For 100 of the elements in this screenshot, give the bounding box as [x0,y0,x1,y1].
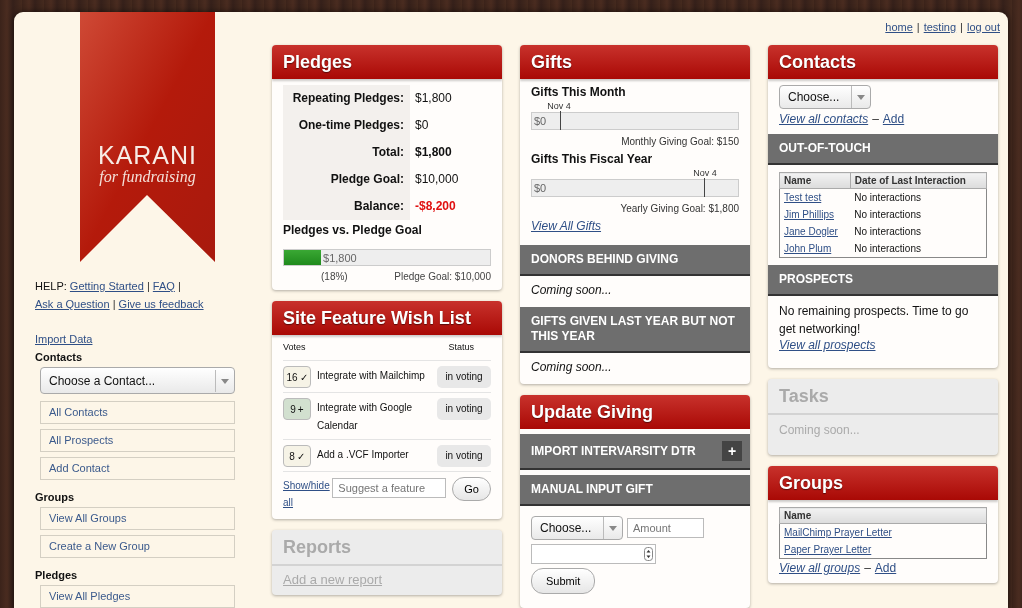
coming-soon: Coming soon... [778,422,861,439]
sidebar-heading: Contacts [35,351,84,364]
contact-link[interactable]: Test test [784,192,822,203]
section-bar: DONORS BEHIND GIVING [520,245,750,276]
help-link[interactable]: FAQ [152,280,175,292]
pledge-value: $1,800 [414,144,453,161]
prospects-text: No remaining prospects. Time to go get networking! [779,303,970,338]
pledge-goal: Pledge Goal: $10,000 [394,271,491,282]
status-badge: in voting [437,366,491,388]
suggest-field[interactable]: Suggest a feature [332,478,447,498]
sidebar-item[interactable]: Add Contact [40,457,235,480]
giving-amount: $0 [533,182,547,194]
card-title: Contacts [768,45,998,79]
type-select[interactable]: Choose... [531,516,623,540]
separator: | [960,21,963,35]
sidebar-item[interactable]: View All Pledges [40,585,235,608]
gifts-link[interactable]: View All Gifts [531,219,602,233]
card-title: Gifts [520,45,750,79]
section-title: IMPORT INTERVARSITY DTR [531,443,696,459]
column-header: Name [779,172,851,189]
help-link[interactable]: Ask a Question [35,298,110,310]
groups-link[interactable]: View all groups [779,561,861,575]
help-link[interactable]: Getting Started [69,280,144,292]
marker-label: Nov 4 [547,101,571,111]
pledge-value: $0 [414,117,430,134]
separator: | [146,280,150,292]
status-badge: in voting [437,398,491,420]
coming-soon: Coming soon... [530,359,613,376]
separator: – [872,112,879,126]
card-title: Reports [272,530,502,566]
progress-percent: (18%) [321,271,348,282]
submit-button[interactable]: Submit [531,568,596,594]
sidebar-heading: Pledges [35,569,79,582]
nav-link[interactable]: log out [966,21,1000,45]
help-label: HELP: [35,280,67,292]
column-header: Name [779,507,987,524]
sidebar-item[interactable]: All Contacts [40,401,235,424]
contact-link[interactable]: Jane Dogler [784,226,838,237]
separator: | [177,280,181,292]
sidebar-item[interactable]: Create a New Group [40,535,235,558]
column-header: Status [448,342,474,352]
section-bar: PROSPECTS [768,265,998,296]
sidebar-heading: Groups [35,491,76,504]
logo-name: KARANI [96,141,199,170]
section-bar: OUT-OF-TOUCH [768,134,998,165]
vote-button[interactable]: 16 ✓ [283,366,311,388]
prospects-link[interactable]: View all prospects [779,338,876,352]
pledge-label: Pledge Goal: [283,166,410,193]
nav-link[interactable]: testing [923,21,957,45]
status-badge: in voting [437,445,491,467]
pledge-label: Balance: [283,193,410,220]
add-link[interactable]: Add [874,561,897,575]
vote-button[interactable]: 9 + [283,398,311,420]
group-link[interactable]: MailChimp Prayer Letter [784,527,892,538]
sidebar-item[interactable]: All Prospects [40,429,235,452]
date-field[interactable] [531,544,656,564]
table-cell: No interactions [850,223,987,240]
expand-button[interactable]: + [722,441,742,461]
card-title: Tasks [768,379,998,415]
contact-select[interactable]: Choose a Contact... [40,367,235,394]
pledge-value: $1,800 [414,90,453,107]
chart-title: Pledges vs. Pledge Goal [283,223,423,237]
table-cell: No interactions [850,240,987,258]
feature-name: Add a .VCF Importer [317,448,410,462]
amount-field[interactable]: Amount [627,518,704,538]
giving-amount: $0 [533,115,547,127]
card-title: Update Giving [520,395,750,429]
spinner-icon[interactable] [644,547,653,561]
separator: | [112,298,116,310]
meter-heading: Gifts This Fiscal Year [531,152,654,166]
contact-link[interactable]: Jim Phillips [784,209,834,220]
meter-heading: Gifts This Month [531,85,627,99]
card-title: Groups [768,466,998,500]
marker-label: Nov 4 [693,168,717,178]
contact-link[interactable]: John Plum [784,243,832,254]
contact-select[interactable]: Choose... [779,85,871,109]
separator: – [864,561,871,575]
pledge-label: Total: [283,139,410,166]
nav-link[interactable]: home [885,21,913,45]
help-link[interactable]: Give us feedback [118,298,204,310]
add-link[interactable]: Add [882,112,905,126]
card-title: Site Feature Wish List [272,301,502,335]
table-cell: No interactions [850,188,987,206]
vote-button[interactable]: 8 ✓ [283,445,311,467]
pledge-label: One-time Pledges: [283,112,410,139]
go-button[interactable]: Go [452,477,491,501]
import-link[interactable]: Import Data [35,333,93,345]
logo-tagline: for fundraising [98,168,197,186]
separator: | [916,21,920,35]
contacts-link[interactable]: View all contacts [779,112,869,126]
pledge-label: Repeating Pledges: [283,85,410,112]
coming-soon: Coming soon... [530,282,613,299]
group-link[interactable]: Paper Prayer Letter [784,544,872,555]
toggle-link[interactable]: Show/hide all [283,477,331,511]
section-title: MANUAL INPUT GIFT [531,482,653,497]
column-header: Votes [283,342,306,352]
pledge-value: $10,000 [414,171,460,188]
giving-goal: Monthly Giving Goal: $150 [620,136,739,147]
giving-goal: Yearly Giving Goal: $1,800 [619,203,739,214]
sidebar-item[interactable]: View All Groups [40,507,235,530]
